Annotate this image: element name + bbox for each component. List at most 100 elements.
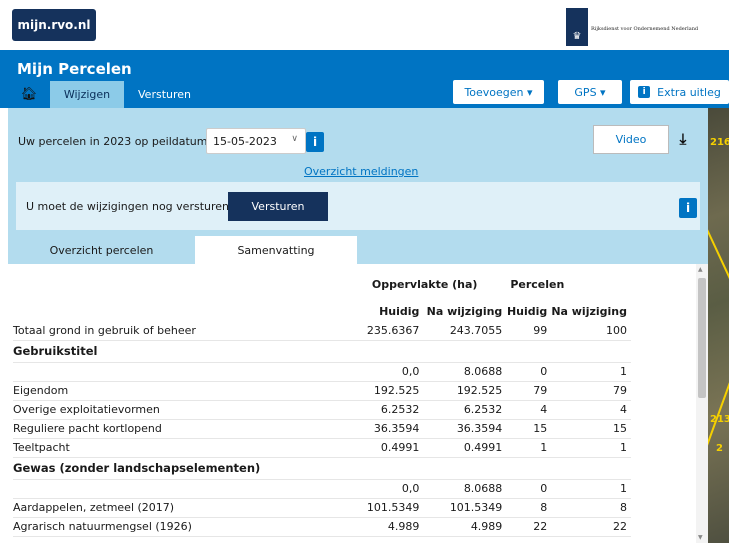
map-parcel-label: 216 — [710, 137, 729, 148]
info-icon[interactable]: i — [306, 132, 324, 152]
cell: 36.3594 — [351, 419, 424, 439]
parcel-border — [708, 174, 729, 302]
summary-panel: Oppervlakte (ha) Percelen Huidig Na wijz… — [8, 264, 708, 543]
scroll-up-icon[interactable]: ▲ — [698, 266, 703, 273]
cell: 0.4991 — [351, 438, 424, 458]
table-row: 0,0 8.0688 0 1 — [13, 479, 631, 499]
brand-logo-link[interactable]: mijn.rvo.nl — [12, 9, 96, 41]
cell: 36.3594 — [423, 419, 507, 439]
tab-wijzigen[interactable]: Wijzigen — [50, 81, 124, 108]
chevron-down-icon: ∨ — [291, 134, 298, 144]
cell: 79 — [506, 381, 552, 401]
group-header-percelen: Percelen — [510, 278, 565, 291]
gps-dropdown[interactable]: GPS ▾ — [558, 80, 622, 104]
cell: 1 — [551, 438, 631, 458]
row-label: Overige exploitatievormen — [13, 400, 352, 420]
summary-table: Oppervlakte (ha) Percelen Huidig Na wijz… — [13, 275, 631, 537]
table-row: Reguliere pacht kortlopend 36.3594 36.35… — [13, 419, 631, 439]
table-scrollbar[interactable]: ▲ ▼ — [696, 264, 708, 543]
peildatum-select[interactable]: 15-05-2023 ∨ — [206, 128, 306, 154]
rvo-logo: ♛ Rijksdienst voor Ondernemend Nederland — [566, 8, 698, 46]
table-col-header-row: Huidig Na wijziging Huidig Na wijziging — [13, 302, 631, 321]
tab-versturen[interactable]: Versturen — [124, 81, 205, 108]
cell: 0,0 — [351, 479, 424, 499]
row-label: Agrarisch natuurmengsel (1926) — [13, 517, 352, 537]
cell: 4 — [506, 400, 552, 420]
peildatum-label: Uw percelen in 2023 op peildatum: — [18, 135, 212, 148]
cell: 4.989 — [351, 517, 424, 537]
toevoegen-dropdown[interactable]: Toevoegen ▾ — [453, 80, 544, 104]
cell: 6.2532 — [351, 400, 424, 420]
row-label: Eigendom — [13, 381, 352, 401]
tab-samenvatting[interactable]: Samenvatting — [195, 236, 357, 264]
app-header: Mijn Percelen 🏠︎ Wijzigen Versturen Toev… — [0, 50, 729, 108]
info-icon: i — [638, 86, 651, 98]
table-row: Teeltpacht 0.4991 0.4991 1 1 — [13, 438, 631, 458]
table-row: 0,0 8.0688 0 1 — [13, 362, 631, 382]
table-row: Agrarisch natuurmengsel (1926) 4.989 4.9… — [13, 517, 631, 537]
top-bar: mijn.rvo.nl ♛ Rijksdienst voor Onderneme… — [0, 0, 729, 50]
cell: 15 — [551, 419, 631, 439]
download-icon[interactable]: ⤓ — [674, 129, 692, 149]
crown-emblem-icon: ♛ — [566, 8, 588, 46]
peildatum-value: 15-05-2023 — [213, 134, 277, 148]
video-button[interactable]: Video — [593, 125, 669, 154]
cell: 100 — [551, 321, 631, 341]
group-header-oppervlakte: Oppervlakte (ha) — [371, 278, 478, 291]
section-header: Gewas (zonder landschapselementen) — [13, 457, 631, 480]
cell: 99 — [506, 321, 552, 341]
cell: 8.0688 — [423, 362, 507, 382]
cell: 0,0 — [351, 362, 424, 382]
map-view[interactable]: 216 213 2 — [708, 108, 729, 543]
col-header: Huidig — [379, 305, 420, 318]
cell: 1 — [506, 438, 552, 458]
cell: 101.5349 — [423, 498, 507, 518]
cell: 0.4991 — [423, 438, 507, 458]
home-tab[interactable]: 🏠︎ — [12, 81, 46, 108]
cell: 192.525 — [423, 381, 507, 401]
home-icon: 🏠︎ — [20, 87, 38, 102]
map-parcel-label: 213 — [710, 414, 729, 425]
cell: 235.6367 — [351, 321, 424, 341]
section-title: Gebruikstitel — [13, 340, 631, 363]
col-header: Na wijziging — [426, 305, 503, 318]
section-title: Gewas (zonder landschapselementen) — [13, 457, 631, 480]
cell: 192.525 — [351, 381, 424, 401]
notice-banner: U moet de wijzigingen nog versturen Vers… — [16, 182, 700, 230]
cell: 15 — [506, 419, 552, 439]
scroll-down-icon[interactable]: ▼ — [698, 534, 703, 541]
section-header: Gebruikstitel — [13, 340, 631, 363]
cell: 22 — [506, 517, 552, 537]
table-row: Aardappelen, zetmeel (2017) 101.5349 101… — [13, 498, 631, 518]
row-label: Totaal grond in gebruik of beheer — [13, 321, 352, 341]
extra-uitleg-button[interactable]: i Extra uitleg — [630, 80, 729, 104]
col-header: Huidig — [506, 305, 548, 318]
table-row: Overige exploitatievormen 6.2532 6.2532 … — [13, 400, 631, 420]
info-icon[interactable]: i — [679, 198, 697, 218]
cell: 243.7055 — [423, 321, 507, 341]
table-row: Totaal grond in gebruik of beheer 235.63… — [13, 321, 631, 341]
table-row: Eigendom 192.525 192.525 79 79 — [13, 381, 631, 401]
row-label — [13, 362, 352, 382]
tab-overzicht-percelen[interactable]: Overzicht percelen — [8, 236, 195, 264]
row-label: Aardappelen, zetmeel (2017) — [13, 498, 352, 518]
cell: 22 — [551, 517, 631, 537]
cell: 79 — [551, 381, 631, 401]
cell: 101.5349 — [351, 498, 424, 518]
extra-uitleg-label: Extra uitleg — [657, 85, 721, 99]
page-title: Mijn Percelen — [17, 60, 132, 78]
cell: 4 — [551, 400, 631, 420]
cell: 8 — [506, 498, 552, 518]
versturen-button[interactable]: Versturen — [228, 192, 328, 221]
cell: 8 — [551, 498, 631, 518]
cell: 4.989 — [423, 517, 507, 537]
overzicht-meldingen-link[interactable]: Overzicht meldingen — [304, 165, 418, 178]
scrollbar-thumb[interactable] — [698, 278, 706, 398]
notice-text: U moet de wijzigingen nog versturen — [26, 200, 230, 213]
cell: 8.0688 — [423, 479, 507, 499]
col-header: Na wijziging — [551, 305, 627, 318]
rvo-name: Rijksdienst voor Ondernemend Nederland — [591, 26, 699, 32]
row-label — [13, 479, 352, 499]
table-group-header-row: Oppervlakte (ha) Percelen — [13, 275, 631, 294]
row-label: Teeltpacht — [13, 438, 352, 458]
